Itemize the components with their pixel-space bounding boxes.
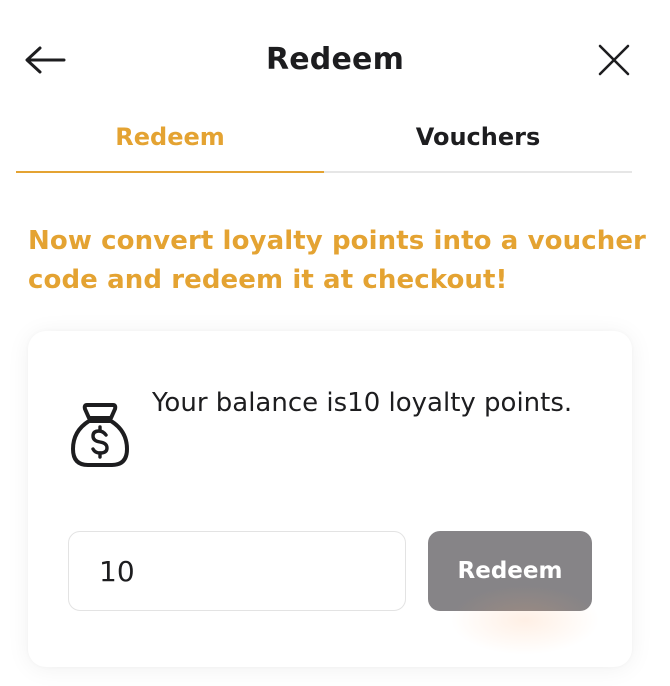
quantity-stepper: + - (68, 531, 468, 611)
close-button[interactable] (594, 40, 634, 80)
quantity-input[interactable] (69, 532, 448, 610)
close-icon (598, 44, 630, 76)
tab-vouchers[interactable]: Vouchers (324, 114, 632, 171)
balance-value: 10 (347, 388, 381, 418)
balance-prefix: Your balance is (152, 388, 348, 418)
balance-card: Your balance is10 loyalty points. + - Re… (28, 331, 632, 667)
tab-redeem[interactable]: Redeem (16, 114, 324, 173)
balance-text: Your balance is10 loyalty points. (152, 371, 592, 435)
page-title: Redeem (265, 42, 405, 77)
tab-bar: Redeem Vouchers (16, 114, 632, 173)
redeem-button[interactable]: Redeem (428, 531, 592, 611)
balance-suffix: loyalty points. (380, 388, 573, 418)
info-text: Now convert loyalty points into a vouche… (28, 226, 646, 295)
money-bag-icon (71, 403, 129, 467)
redeem-screen: Redeem Redeem Vouchers Now convert loyal… (0, 0, 670, 686)
